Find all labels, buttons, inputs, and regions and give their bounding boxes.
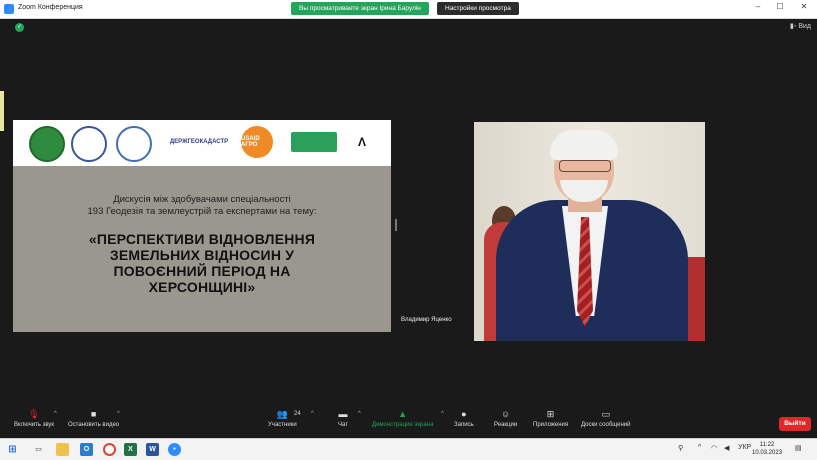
title-bar: Zoom Конференция Вы просматриваете экран… (0, 0, 817, 19)
screen-share-banner: Вы просматриваете экран Ірина Барулін (291, 2, 429, 15)
share-screen-icon: ▲ (398, 409, 408, 419)
record-label: Запись (454, 422, 474, 428)
keyboard-language[interactable]: УКР (738, 444, 751, 451)
video-camera-icon: ■ (90, 409, 97, 419)
university-logo (29, 126, 65, 162)
stop-video-button[interactable]: ■ Остановить видео (68, 409, 119, 428)
window-title: Zoom Конференция (18, 4, 83, 11)
chat-bubble-icon: ▬ (338, 409, 348, 419)
participants-count: 24 (294, 411, 301, 417)
person-tray-icon[interactable]: ⚲ (678, 444, 683, 452)
participants-options-caret[interactable]: ^ (311, 411, 314, 417)
slide-title-line: ХЕРСОНЩИНІ» (148, 279, 256, 295)
slide-subtitle: Дискусія між здобувачами спеціальності 1… (13, 194, 391, 218)
slide-title-line: «ПЕРСПЕКТИВИ ВІДНОВЛЕННЯ (88, 231, 316, 247)
zoom-app-icon (4, 4, 14, 14)
excel-icon[interactable]: X (124, 443, 137, 456)
participants-button[interactable]: 👥 Участники (268, 409, 297, 428)
record-icon: ● (461, 409, 467, 419)
chrome-icon[interactable] (103, 443, 116, 456)
security-shield-icon[interactable]: ✓ (15, 23, 24, 32)
unmute-button[interactable]: 🎙 Включить звук (14, 409, 54, 428)
maximize-button[interactable]: ☐ (773, 2, 787, 11)
wifi-icon[interactable]: ◠ (711, 444, 717, 452)
chat-button[interactable]: ▬ Чат (337, 409, 349, 428)
audio-options-caret[interactable]: ^ (54, 411, 57, 417)
reactions-label: Реакции (494, 422, 518, 428)
slide-title-line: ЗЕМЕЛЬНИХ ВІДНОСИН У (109, 247, 295, 263)
view-button-label: Вид (798, 23, 811, 30)
leave-meeting-button[interactable]: Выйти (779, 417, 811, 431)
microphone-muted-icon: 🎙 (28, 409, 40, 419)
participants-icon: 👥 (276, 409, 288, 419)
meeting-toolbar: 🎙 Включить звук ^ ■ Остановить видео ^ 👥… (0, 406, 817, 438)
usaid-agro-logo: USAID АГРО (241, 126, 273, 158)
share-screen-button[interactable]: ▲ Демонстрация экрана (372, 409, 433, 428)
speaker-hair (550, 130, 618, 160)
video-options-caret[interactable]: ^ (117, 411, 120, 417)
whiteboards-button[interactable]: ▭ Доски сообщений (581, 409, 631, 428)
stop-video-label: Остановить видео (68, 422, 120, 428)
share-options-caret[interactable]: ^ (441, 411, 444, 417)
whiteboard-icon: ▭ (601, 409, 610, 419)
zoom-taskbar-icon[interactable]: • (168, 443, 181, 456)
word-icon[interactable]: W (146, 443, 159, 456)
minimize-button[interactable]: – (751, 2, 765, 11)
record-button[interactable]: ● Запись (454, 409, 474, 428)
apps-label: Приложения (533, 422, 569, 428)
derzhgeokadastr-logo: ДЕРЖГЕОКАДАСТР (165, 126, 233, 158)
windows-start-icon[interactable]: ⊞ (6, 443, 19, 456)
system-clock[interactable]: 11:22 10.03.2023 (752, 441, 782, 457)
green-partner-logo (291, 132, 337, 152)
volume-icon[interactable]: ◀ (724, 444, 729, 452)
whiteboards-label: Доски сообщений (581, 422, 631, 428)
chat-label: Чат (338, 422, 348, 428)
association-logo (116, 126, 152, 162)
reactions-smiley-icon: ☺ (500, 409, 511, 419)
meeting-area: ✓ ▮◦ Вид ДЕРЖГЕОКАДАСТР USAID АГРО Λ Дис… (0, 19, 817, 406)
close-button[interactable]: ✕ (797, 2, 811, 11)
participant-name-tag: Владимир Яценко (398, 316, 455, 324)
triangle-logo: Λ (349, 126, 375, 158)
view-button[interactable]: ▮◦ Вид (790, 22, 811, 30)
slide-title: «ПЕРСПЕКТИВИ ВІДНОВЛЕННЯ ЗЕМЕЛЬНИХ ВІДНО… (43, 231, 361, 295)
participants-label: Участники (268, 422, 297, 428)
unmute-label: Включить звук (14, 422, 55, 428)
split-divider-handle[interactable] (395, 219, 397, 231)
notifications-icon[interactable]: ▤ (795, 444, 802, 452)
outlook-icon[interactable]: O (80, 443, 93, 456)
tray-chevron-icon[interactable]: ^ (698, 444, 701, 451)
view-settings-button[interactable]: Настройки просмотра (437, 2, 519, 15)
speaker-glasses (559, 160, 611, 172)
share-screen-label: Демонстрация экрана (372, 422, 434, 428)
side-panel-handle[interactable] (0, 91, 4, 131)
chat-options-caret[interactable]: ^ (358, 411, 361, 417)
institute-logo (71, 126, 107, 162)
apps-icon: ⊞ (546, 409, 555, 419)
reactions-button[interactable]: ☺ Реакции (494, 409, 517, 428)
slide-subtitle-line: Дискусія між здобувачами спеціальності (113, 194, 291, 205)
clock-date: 10.03.2023 (752, 450, 783, 456)
apps-button[interactable]: ⊞ Приложения (533, 409, 568, 428)
shared-screen-slide: ДЕРЖГЕОКАДАСТР USAID АГРО Λ Дискусія між… (13, 120, 391, 332)
background-person (686, 257, 705, 341)
windows-taskbar: ⊞ ▭ O X W • ⚲ ^ ◠ ◀ УКР 11:22 10.03.2023… (0, 438, 817, 460)
logo-strip: ДЕРЖГЕОКАДАСТР USAID АГРО Λ (13, 120, 391, 166)
speaker-video[interactable] (474, 122, 705, 341)
slide-subtitle-line: 193 Геодезія та землеустрій та експертам… (87, 206, 317, 217)
clock-time: 11:22 (759, 442, 775, 448)
slide-title-line: ПОВОЄННИЙ ПЕРІОД НА (113, 263, 291, 279)
file-explorer-icon[interactable] (56, 443, 69, 456)
task-view-icon[interactable]: ▭ (32, 443, 45, 456)
